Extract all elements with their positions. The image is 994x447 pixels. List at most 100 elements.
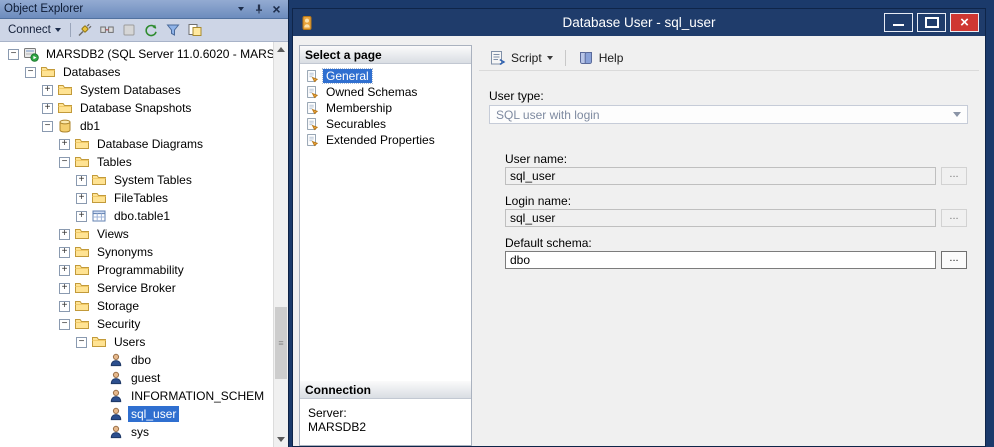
close-icon[interactable]	[269, 2, 284, 17]
tree-item-marsdb2-sql-server-11-0-6020-marsd[interactable]: MARSDB2 (SQL Server 11.0.6020 - MARSD	[0, 45, 273, 63]
scroll-down-icon[interactable]	[274, 432, 288, 447]
page-icon	[305, 133, 319, 147]
tree-item-label: INFORMATION_SCHEM	[128, 388, 267, 404]
properties-icon	[187, 22, 203, 38]
window-position-icon[interactable]	[233, 2, 248, 17]
tree-item-security[interactable]: Security	[0, 315, 273, 333]
scrollbar-thumb[interactable]	[275, 307, 287, 379]
page-icon	[305, 69, 319, 83]
user-type-select[interactable]: SQL user with login	[489, 105, 968, 124]
user-icon	[108, 388, 124, 404]
expand-icon[interactable]	[42, 103, 53, 114]
user-name-input[interactable]	[505, 167, 936, 185]
expand-icon[interactable]	[59, 301, 70, 312]
stop-button[interactable]	[119, 21, 139, 40]
tree-item-filetables[interactable]: FileTables	[0, 189, 273, 207]
tree-item-system-databases[interactable]: System Databases	[0, 81, 273, 99]
login-name-browse-button[interactable]: ...	[941, 209, 967, 227]
help-button[interactable]: Help	[571, 47, 631, 69]
tree-item-label: sys	[128, 424, 152, 440]
page-item-general[interactable]: General	[302, 68, 469, 84]
folder-icon	[74, 298, 90, 314]
page-item-label: Securables	[323, 117, 389, 131]
expander-spacer	[93, 427, 104, 438]
expand-icon[interactable]	[42, 85, 53, 96]
dialog-body: Select a page GeneralOwned SchemasMember…	[293, 36, 985, 446]
collapse-icon[interactable]	[59, 157, 70, 168]
tree-item-information-schem[interactable]: INFORMATION_SCHEM	[0, 387, 273, 405]
tree-item-dbo[interactable]: dbo	[0, 351, 273, 369]
connect-button[interactable]: Connect	[3, 22, 66, 38]
user-icon	[108, 424, 124, 440]
user-name-browse-button[interactable]: ...	[941, 167, 967, 185]
scroll-up-icon[interactable]	[274, 42, 288, 57]
collapse-icon[interactable]	[42, 121, 53, 132]
tree-item-programmability[interactable]: Programmability	[0, 261, 273, 279]
tree-item-label: db1	[77, 118, 103, 134]
tree-item-users[interactable]: Users	[0, 333, 273, 351]
expand-icon[interactable]	[76, 211, 87, 222]
page-item-extended-properties[interactable]: Extended Properties	[302, 132, 469, 148]
auto-hide-pin-icon[interactable]	[251, 2, 266, 17]
expand-icon[interactable]	[59, 229, 70, 240]
tree-item-dbo-table1[interactable]: dbo.table1	[0, 207, 273, 225]
expand-icon[interactable]	[76, 175, 87, 186]
script-button[interactable]: Script	[483, 47, 560, 69]
collapse-icon[interactable]	[8, 49, 19, 60]
tree-item-database-diagrams[interactable]: Database Diagrams	[0, 135, 273, 153]
tree-item-sql-user[interactable]: sql_user	[0, 405, 273, 423]
dialog-title-bar[interactable]: Database User - sql_user	[293, 9, 985, 36]
object-explorer-title: Object Explorer	[4, 3, 230, 15]
default-schema-input[interactable]	[505, 251, 936, 269]
collapse-icon[interactable]	[59, 319, 70, 330]
tree-item-label: Tables	[94, 154, 135, 170]
filter-icon	[165, 22, 181, 38]
tree-item-databases[interactable]: Databases	[0, 63, 273, 81]
collapse-icon[interactable]	[76, 337, 87, 348]
tree-item-service-broker[interactable]: Service Broker	[0, 279, 273, 297]
page-item-membership[interactable]: Membership	[302, 100, 469, 116]
object-explorer-scrollbar[interactable]	[273, 42, 288, 447]
disconnect-button[interactable]	[97, 21, 117, 40]
tree-item-synonyms[interactable]: Synonyms	[0, 243, 273, 261]
database-user-form: User type: SQL user with login User name…	[479, 71, 979, 446]
filter-button[interactable]	[163, 21, 183, 40]
expand-icon[interactable]	[76, 193, 87, 204]
collapse-icon[interactable]	[25, 67, 36, 78]
expand-icon[interactable]	[59, 265, 70, 276]
tree-item-guest[interactable]: guest	[0, 369, 273, 387]
expand-icon[interactable]	[59, 139, 70, 150]
tree-item-views[interactable]: Views	[0, 225, 273, 243]
page-item-label: Membership	[323, 101, 395, 115]
properties-button[interactable]	[185, 21, 205, 40]
folder-icon	[57, 100, 73, 116]
close-button[interactable]	[950, 13, 979, 32]
expand-icon[interactable]	[59, 247, 70, 258]
object-explorer-header[interactable]: Object Explorer	[0, 0, 288, 19]
refresh-button[interactable]	[141, 21, 161, 40]
tree-item-label: Databases	[60, 64, 123, 80]
maximize-button[interactable]	[917, 13, 946, 32]
login-name-input[interactable]	[505, 209, 936, 227]
page-item-securables[interactable]: Securables	[302, 116, 469, 132]
page-item-label: Extended Properties	[323, 133, 438, 147]
refresh-icon	[143, 22, 159, 38]
folder-icon	[74, 154, 90, 170]
user-type-label: User type:	[489, 89, 544, 103]
minimize-button[interactable]	[884, 13, 913, 32]
page-icon	[305, 117, 319, 131]
tree-item-db1[interactable]: db1	[0, 117, 273, 135]
tree-item-storage[interactable]: Storage	[0, 297, 273, 315]
tree-item-system-tables[interactable]: System Tables	[0, 171, 273, 189]
default-schema-browse-button[interactable]: ...	[941, 251, 967, 269]
tree-item-database-snapshots[interactable]: Database Snapshots	[0, 99, 273, 117]
page-item-owned-schemas[interactable]: Owned Schemas	[302, 84, 469, 100]
expand-icon[interactable]	[59, 283, 70, 294]
tree-item-tables[interactable]: Tables	[0, 153, 273, 171]
user-type-value: SQL user with login	[496, 108, 953, 122]
server-label: Server:	[308, 406, 463, 420]
tree-item-sys[interactable]: sys	[0, 423, 273, 441]
toolbar-separator	[565, 50, 566, 66]
connect-button[interactable]	[75, 21, 95, 40]
folder-icon	[91, 190, 107, 206]
